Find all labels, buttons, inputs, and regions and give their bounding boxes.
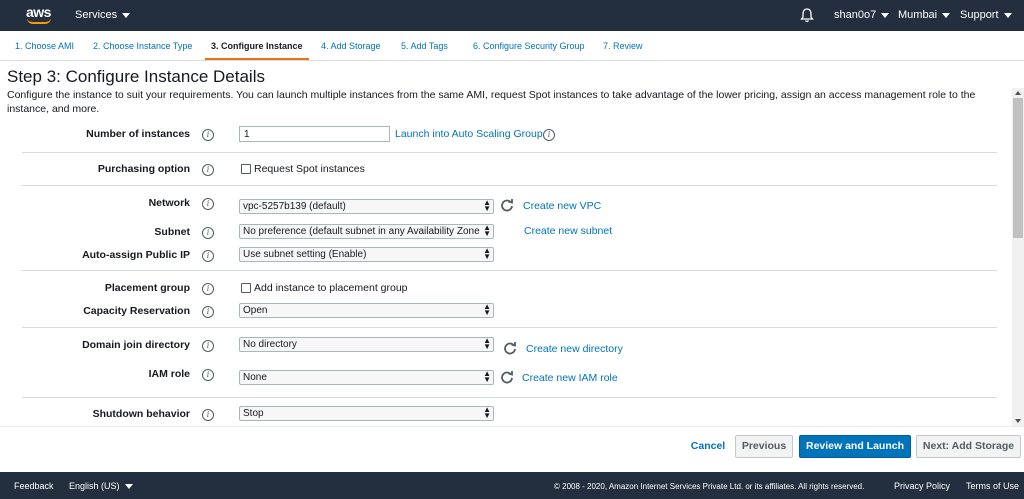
purchasing-option-label: Purchasing option	[97, 163, 190, 175]
info-icon[interactable]: i	[202, 227, 214, 239]
refresh-icon[interactable]	[500, 370, 514, 384]
shutdown-behavior-label: Shutdown behavior	[92, 408, 190, 420]
iam-role-value: None	[243, 372, 267, 383]
info-icon[interactable]: i	[202, 283, 214, 295]
refresh-icon[interactable]	[503, 341, 517, 355]
info-icon[interactable]: i	[202, 198, 214, 210]
page-title: Step 3: Configure Instance Details	[7, 67, 265, 86]
divider	[22, 152, 997, 153]
placement-group-checkbox[interactable]	[241, 283, 251, 293]
step-add-tags[interactable]: 5. Add Tags	[401, 41, 448, 51]
step-choose-ami[interactable]: 1. Choose AMI	[15, 41, 74, 51]
divider	[22, 185, 997, 186]
create-new-vpc-link[interactable]: Create new VPC	[523, 200, 601, 212]
info-icon[interactable]: i	[202, 164, 214, 176]
page-scrollbar[interactable]	[1012, 88, 1024, 426]
step-configure-instance[interactable]: 3. Configure Instance	[205, 41, 309, 60]
info-icon[interactable]: i	[202, 306, 214, 318]
info-icon[interactable]: i	[202, 369, 214, 381]
terms-of-use-link[interactable]: Terms of Use	[966, 481, 1019, 491]
next-add-storage-button[interactable]: Next: Add Storage	[916, 435, 1021, 458]
step-choose-instance-type[interactable]: 2. Choose Instance Type	[93, 41, 192, 51]
top-navigation-bar: aws Services shan0o7 Mumbai Support	[0, 0, 1024, 31]
info-icon[interactable]: i	[543, 129, 555, 141]
info-icon[interactable]: i	[202, 340, 214, 352]
request-spot-checkbox[interactable]	[241, 164, 251, 174]
capacity-reservation-label: Capacity Reservation	[83, 305, 190, 317]
select-arrows-icon: ▲ ▼	[483, 337, 491, 351]
auto-assign-public-ip-select[interactable]: Use subnet setting (Enable) ▲ ▼	[239, 247, 494, 262]
wizard-action-bar: Cancel Previous Review and Launch Next: …	[0, 426, 1024, 472]
configure-instance-form: Number of instances i Launch into Auto S…	[0, 118, 1010, 426]
copyright-text: © 2008 - 2020, Amazon Internet Services …	[554, 482, 865, 491]
subnet-label: Subnet	[154, 226, 190, 238]
region-menu[interactable]: Mumbai	[898, 9, 950, 21]
placement-group-label: Placement group	[104, 282, 190, 294]
auto-assign-public-ip-value: Use subnet setting (Enable)	[243, 249, 367, 260]
request-spot-label: Request Spot instances	[254, 163, 365, 175]
select-arrows-icon: ▲ ▼	[483, 247, 491, 261]
placement-group-checkbox-label: Add instance to placement group	[254, 282, 408, 294]
privacy-policy-link[interactable]: Privacy Policy	[894, 481, 950, 491]
scroll-up-icon[interactable]	[1015, 91, 1021, 95]
shutdown-behavior-value: Stop	[243, 408, 264, 419]
info-icon[interactable]: i	[202, 409, 214, 421]
cancel-button[interactable]: Cancel	[683, 435, 733, 458]
step-add-storage[interactable]: 4. Add Storage	[321, 41, 381, 51]
previous-button[interactable]: Previous	[735, 435, 793, 458]
divider	[22, 397, 997, 398]
domain-join-directory-label: Domain join directory	[82, 339, 190, 351]
number-of-instances-input[interactable]	[239, 126, 390, 142]
bell-icon[interactable]	[800, 8, 814, 23]
iam-role-label: IAM role	[148, 368, 190, 380]
support-menu[interactable]: Support	[960, 9, 1012, 21]
select-arrows-icon: ▲ ▼	[483, 224, 491, 238]
launch-auto-scaling-link[interactable]: Launch into Auto Scaling Group	[395, 128, 543, 140]
select-arrows-icon: ▲ ▼	[483, 199, 491, 213]
language-selector[interactable]: English (US)	[69, 481, 133, 491]
network-label: Network	[148, 197, 190, 209]
info-icon[interactable]: i	[202, 129, 214, 141]
feedback-link[interactable]: Feedback	[14, 481, 54, 491]
capacity-reservation-value: Open	[243, 305, 268, 316]
page-description: Configure the instance to suit your requ…	[7, 89, 976, 115]
step-review[interactable]: 7. Review	[603, 41, 643, 51]
divider	[22, 327, 997, 328]
select-arrows-icon: ▲ ▼	[483, 303, 491, 317]
create-new-subnet-link[interactable]: Create new subnet	[524, 225, 612, 237]
iam-role-select[interactable]: None ▲ ▼	[239, 370, 494, 385]
scroll-thumb[interactable]	[1013, 98, 1023, 238]
divider	[22, 270, 997, 271]
select-arrows-icon: ▲ ▼	[483, 406, 491, 420]
network-select[interactable]: vpc-5257b139 (default) ▲ ▼	[239, 199, 494, 214]
review-and-launch-button[interactable]: Review and Launch	[799, 435, 911, 458]
auto-assign-public-ip-label: Auto-assign Public IP	[82, 249, 190, 261]
scroll-down-icon[interactable]	[1015, 419, 1021, 423]
aws-smile-icon	[27, 18, 51, 24]
shutdown-behavior-select[interactable]: Stop ▲ ▼	[239, 406, 494, 421]
wizard-steps: 1. Choose AMI 2. Choose Instance Type 3.…	[0, 31, 1024, 61]
aws-logo[interactable]: aws	[26, 4, 54, 26]
info-icon[interactable]: i	[202, 250, 214, 262]
network-select-value: vpc-5257b139 (default)	[243, 201, 346, 212]
footer: Feedback English (US) © 2008 - 2020, Ama…	[0, 472, 1024, 499]
user-menu[interactable]: shan0o7	[834, 9, 889, 21]
step-configure-security-group[interactable]: 6. Configure Security Group	[473, 41, 585, 51]
domain-join-directory-value: No directory	[243, 339, 297, 350]
subnet-select[interactable]: No preference (default subnet in any Ava…	[239, 224, 494, 239]
create-new-directory-link[interactable]: Create new directory	[526, 343, 623, 355]
refresh-icon[interactable]	[500, 198, 514, 212]
subnet-select-value: No preference (default subnet in any Ava…	[243, 226, 480, 237]
select-arrows-icon: ▲ ▼	[483, 370, 491, 384]
number-of-instances-label: Number of instances	[86, 128, 190, 140]
create-new-iam-role-link[interactable]: Create new IAM role	[522, 372, 618, 384]
capacity-reservation-select[interactable]: Open ▲ ▼	[239, 303, 494, 318]
services-menu[interactable]: Services	[75, 9, 130, 21]
domain-join-directory-select[interactable]: No directory ▲ ▼	[239, 337, 494, 352]
